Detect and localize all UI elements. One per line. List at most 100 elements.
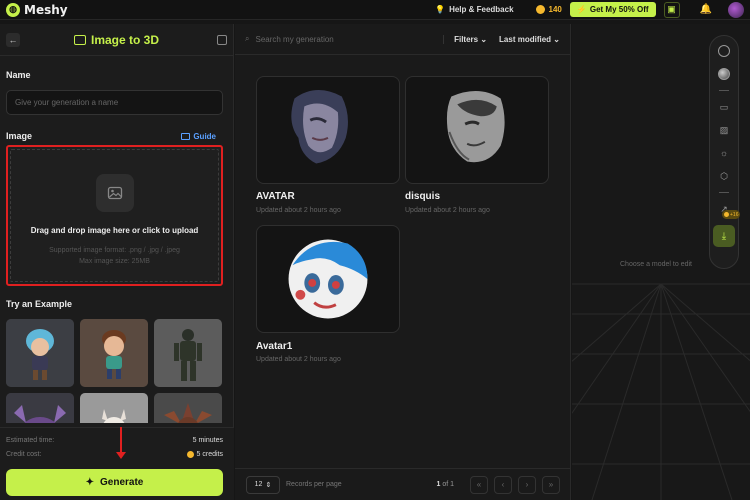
- model-card-avatar1[interactable]: [256, 225, 400, 333]
- model-viewport[interactable]: Choose a model to edit ▭ ▨ ☼ ⬡ ↗ ⤓ +16: [572, 24, 750, 500]
- back-button[interactable]: ←: [6, 32, 20, 47]
- sparkle-icon: ✦: [85, 477, 95, 488]
- panel-title-group: Image to 3D: [74, 33, 159, 47]
- credit-cost-row: Credit cost: 5 credits: [6, 451, 223, 458]
- example-thumbnail[interactable]: [154, 319, 222, 387]
- example-thumbnail[interactable]: [154, 393, 222, 423]
- coin-icon: [724, 212, 729, 217]
- top-right-group: 💡 Help & Feedback 140 ⚡ Get My 50% Off ▣…: [435, 1, 744, 18]
- bell-icon[interactable]: 🔔: [700, 4, 712, 15]
- cube-icon[interactable]: ⬡: [717, 169, 731, 183]
- generate-button[interactable]: ✦ Generate: [6, 469, 223, 496]
- credit-cost-label: Credit cost:: [6, 451, 42, 458]
- example-thumbnail[interactable]: [80, 393, 148, 423]
- panel-header: ← Image to 3D: [0, 24, 233, 56]
- avatar[interactable]: [728, 1, 744, 18]
- card-subtitle: Updated about 2 hours ago: [405, 207, 490, 214]
- divider: [719, 90, 729, 91]
- upload-instruction: Drag and drop image here or click to upl…: [30, 226, 199, 235]
- viewport-hint: Choose a model to edit: [620, 261, 692, 268]
- credit-cost-value-group: 5 credits: [186, 451, 223, 458]
- upload-max-size: Max image size: 25MB: [79, 258, 150, 265]
- generate-footer: Estimated time: 5 minutes Credit cost: 5…: [0, 427, 234, 500]
- name-input[interactable]: [6, 90, 223, 115]
- name-label: Name: [6, 70, 31, 80]
- promo-label: Get My 50% Off: [589, 5, 649, 14]
- credit-badge: +16: [722, 210, 741, 219]
- estimated-time-value: 5 minutes: [192, 437, 223, 444]
- credits-display[interactable]: 140: [535, 5, 562, 14]
- upload-requirements: Supported image format: .png / .jpg / .j…: [49, 245, 180, 267]
- wireframe-sphere-icon[interactable]: [717, 44, 731, 58]
- model-card-disquis[interactable]: [405, 76, 549, 184]
- coin-icon: [535, 5, 545, 14]
- model-card-avatar[interactable]: [256, 76, 400, 184]
- image-icon: [74, 34, 86, 45]
- promo-button[interactable]: ⚡ Get My 50% Off: [569, 2, 656, 17]
- chevron-down-icon: ⌄: [553, 34, 560, 44]
- download-button[interactable]: ⤓: [713, 225, 735, 247]
- book-icon: [181, 133, 191, 140]
- chevron-down-icon: ⌄: [480, 34, 488, 44]
- monitor-icon[interactable]: ▭: [717, 100, 731, 114]
- search-input[interactable]: [255, 34, 416, 44]
- last-page-button[interactable]: »: [542, 475, 560, 494]
- next-page-button[interactable]: ›: [518, 475, 536, 494]
- filters-dropdown[interactable]: Filters ⌄: [443, 34, 488, 44]
- upload-inner: Drag and drop image here or click to upl…: [10, 149, 219, 282]
- gallery-toolbar: ⌕ Filters ⌄ Last modified ⌄: [235, 24, 570, 55]
- sun-icon[interactable]: ☼: [717, 146, 731, 160]
- credit-badge-value: +16: [730, 211, 739, 218]
- chevron-updown-icon: ⇕: [265, 481, 272, 489]
- app-root: ◍ Meshy 💡 Help & Feedback 140 ⚡ Get My 5…: [0, 0, 750, 500]
- example-thumbnail[interactable]: [6, 393, 74, 423]
- collapse-panel-icon[interactable]: [217, 34, 227, 45]
- lightning-icon: ⚡: [576, 5, 587, 14]
- model-preview: [291, 90, 348, 164]
- upload-formats: Supported image format: .png / .jpg / .j…: [49, 247, 180, 254]
- help-label: Help & Feedback: [449, 5, 514, 14]
- page-current: 1: [436, 481, 441, 488]
- hatch-icon[interactable]: ▨: [717, 123, 731, 137]
- first-page-button[interactable]: «: [470, 475, 488, 494]
- sort-label: Last modified: [499, 34, 552, 44]
- panel-title: Image to 3D: [91, 32, 160, 47]
- left-panel: ← Image to 3D Name Image Guide Drag and …: [0, 24, 234, 500]
- gift-icon[interactable]: ▣: [663, 1, 680, 18]
- estimated-time-label: Estimated time:: [6, 437, 55, 444]
- estimated-time-row: Estimated time: 5 minutes: [6, 437, 223, 444]
- example-thumbnail[interactable]: [80, 319, 148, 387]
- generate-label: Generate: [100, 477, 144, 488]
- card-subtitle: Updated about 2 hours ago: [256, 356, 341, 363]
- lightbulb-icon: 💡: [435, 5, 446, 14]
- top-bar: ◍ Meshy 💡 Help & Feedback 140 ⚡ Get My 5…: [0, 0, 750, 20]
- logo[interactable]: ◍ Meshy: [6, 2, 68, 17]
- sort-dropdown[interactable]: Last modified ⌄: [499, 35, 560, 44]
- pagination: 12 ⇕ Records per page 1 of 1 « ‹ › »: [235, 468, 571, 500]
- guide-label: Guide: [193, 132, 216, 141]
- card-title: AVATAR: [256, 191, 295, 202]
- model-preview: [288, 239, 368, 319]
- example-thumbnail[interactable]: [6, 319, 74, 387]
- divider: [719, 192, 729, 193]
- card-title: disquis: [405, 191, 441, 202]
- viewport-toolbar: ▭ ▨ ☼ ⬡ ↗ ⤓: [709, 35, 739, 269]
- credit-cost-value: 5 credits: [196, 451, 223, 458]
- image-label: Image: [6, 131, 33, 141]
- help-feedback-button[interactable]: 💡 Help & Feedback: [435, 5, 513, 14]
- prev-page-button[interactable]: ‹: [494, 475, 512, 494]
- records-per-page-select[interactable]: 12 ⇕: [246, 475, 280, 494]
- logo-text: Meshy: [24, 2, 68, 17]
- per-page-label: Records per page: [286, 481, 342, 488]
- model-preview: [446, 91, 505, 163]
- search-group: ⌕: [245, 34, 443, 44]
- page-total: of 1: [442, 481, 454, 488]
- page-info: 1 of 1: [436, 481, 454, 488]
- per-page-value: 12: [254, 481, 263, 488]
- solid-sphere-icon[interactable]: [717, 67, 731, 81]
- image-upload-dropzone[interactable]: Drag and drop image here or click to upl…: [6, 145, 223, 286]
- gallery-panel: ⌕ Filters ⌄ Last modified ⌄ AVATAR Updat…: [235, 24, 571, 500]
- card-title: Avatar1: [256, 341, 293, 352]
- credits-count: 140: [548, 5, 562, 14]
- guide-link[interactable]: Guide: [181, 132, 216, 141]
